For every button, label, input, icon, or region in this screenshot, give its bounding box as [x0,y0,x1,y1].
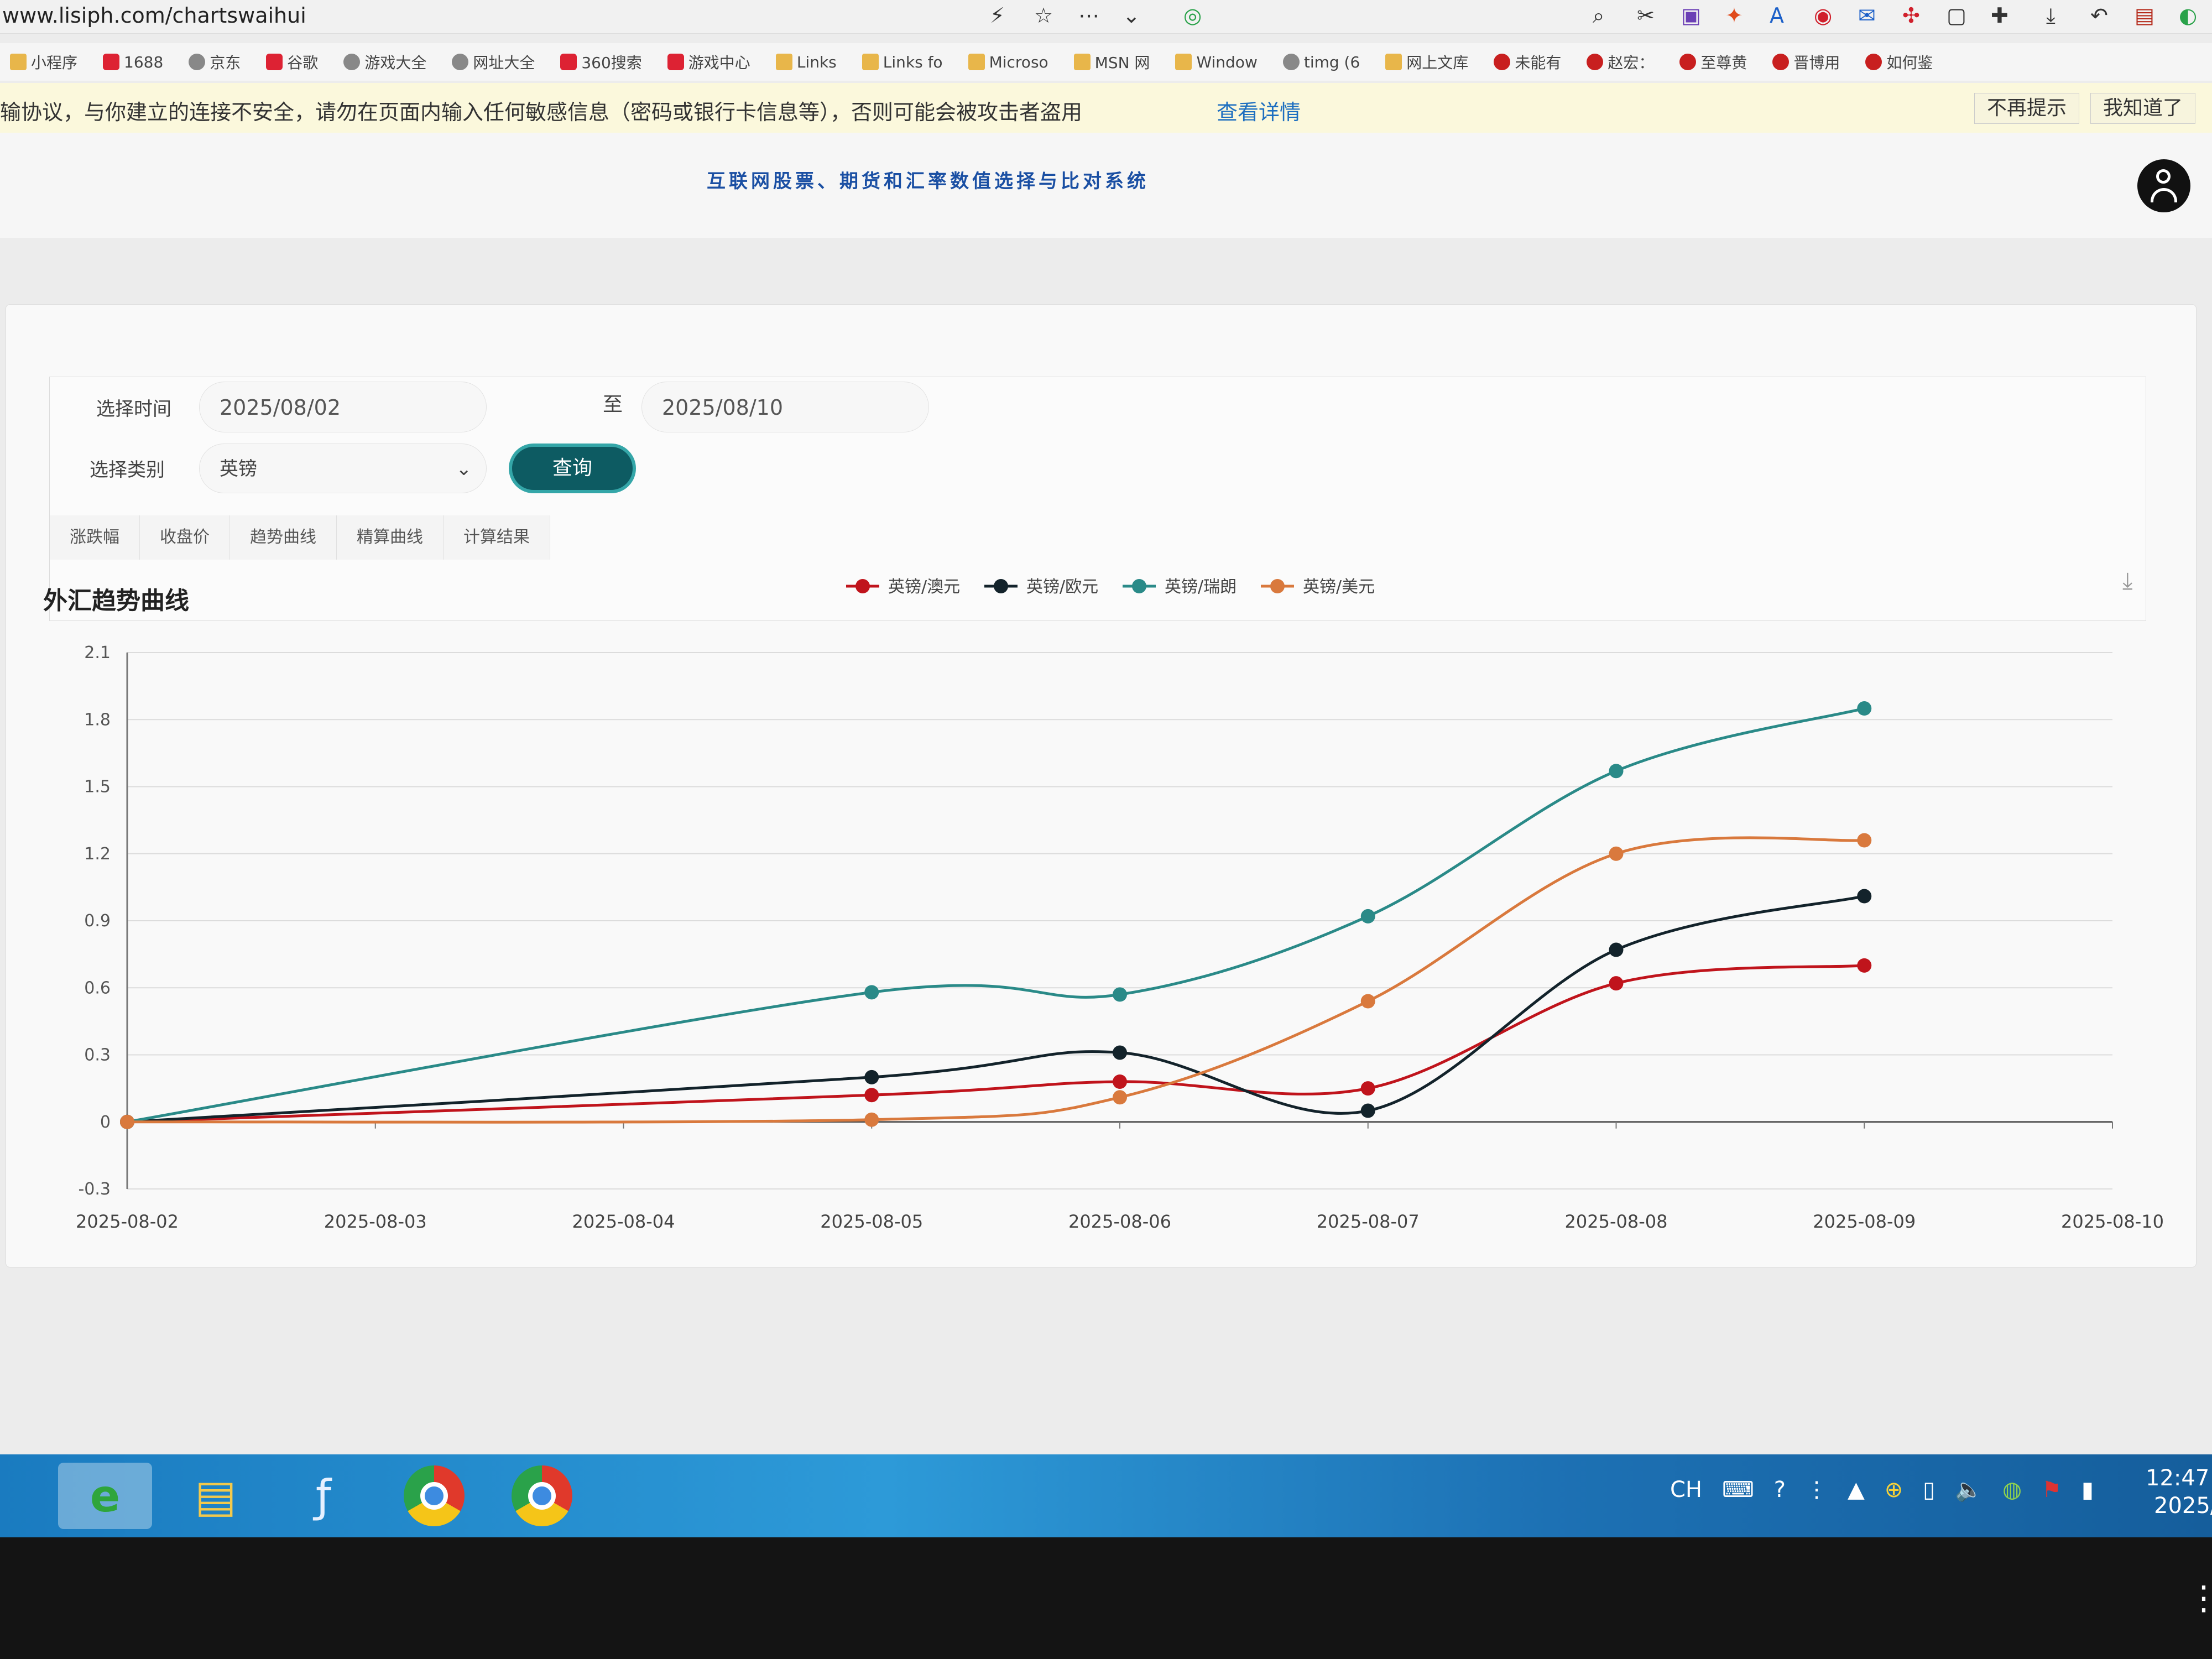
data-point [1609,942,1624,957]
file-explorer-icon[interactable]: ▤ [169,1463,263,1529]
clock-date[interactable]: 2025/ [2154,1493,2212,1519]
data-point [1360,1103,1375,1118]
legend-marker [855,579,870,593]
data-point [1113,1074,1127,1089]
data-point [1609,846,1624,861]
x-tick-label: 2025-08-10 [2061,1211,2164,1232]
battery-icon[interactable]: ▯ [1923,1477,1935,1503]
data-point [1609,764,1624,779]
data-point [1113,987,1127,1002]
data-point [1360,994,1375,1009]
trend-chart: -0.3 0 0.3 0.6 0.9 1.2 1.5 1.8 2.1 2025-08-02 2025… [76,577,2164,1232]
chrome-icon[interactable] [495,1463,589,1529]
taskbar: e ▤ ƒ CH ⌨ ? ⋮ ▲ ⊕ ▯ 🔈 ◍ ⚑ ▮ 12:47 2025/ [0,1454,2212,1537]
x-tick-label: 2025-08-05 [820,1211,923,1232]
x-tick-label: 2025-08-08 [1565,1211,1668,1232]
data-point [1360,1081,1375,1096]
help-icon[interactable]: ? [1774,1477,1786,1503]
x-tick-label: 2025-08-09 [1813,1211,1916,1232]
legend-marker [1132,579,1146,593]
y-tick-label: 0.9 [84,911,111,931]
data-point [1609,976,1624,991]
y-tick-label: 0 [100,1113,111,1132]
screen-bezel [0,1537,2212,1659]
data-point [1857,889,1872,904]
x-tick-label: 2025-08-07 [1317,1211,1420,1232]
volume-icon[interactable]: 🔈 [1955,1477,1983,1503]
legend-label: 英镑/澳元 [888,577,960,597]
legend-label: 英镑/欧元 [1026,577,1098,597]
data-point [120,1114,134,1129]
legend-label: 英镑/瑞朗 [1165,577,1237,597]
flag-icon[interactable]: ⚑ [2042,1477,2062,1503]
legend-marker [994,579,1008,593]
system-tray: CH ⌨ ? ⋮ ▲ ⊕ ▯ 🔈 ◍ ⚑ ▮ [1670,1477,2094,1503]
data-point [864,1088,879,1103]
security-icon[interactable]: ◍ [2002,1477,2022,1503]
series-line [127,964,1865,1124]
data-point [864,1112,879,1127]
legend-label: 英镑/美元 [1303,577,1375,597]
y-tick-label: 1.2 [84,844,111,864]
y-tick-label: 1.8 [84,710,111,729]
clock-time[interactable]: 12:47 [2146,1465,2209,1491]
x-tick-label: 2025-08-03 [324,1211,427,1232]
data-point [1857,701,1872,716]
flash-icon[interactable]: ƒ [276,1463,371,1529]
ime-indicator[interactable]: CH [1670,1477,1702,1503]
more-options-icon[interactable]: ⋮ [2187,1579,2212,1618]
signal-icon[interactable]: ▮ [2081,1477,2094,1503]
data-point [1113,1090,1127,1105]
data-point [1113,1045,1127,1060]
add-icon[interactable]: ⊕ [1885,1477,1903,1503]
chevron-up-icon[interactable]: ▲ [1848,1477,1865,1503]
data-point [864,1070,879,1084]
keyboard-icon[interactable]: ⌨ [1722,1477,1754,1503]
series-line [127,836,1865,1124]
data-point [864,985,879,1000]
y-tick-label: -0.3 [78,1180,111,1199]
y-tick-label: 0.6 [84,978,111,998]
ie-browser-icon[interactable]: e [58,1463,152,1529]
data-point [1857,833,1872,848]
y-tick-label: 0.3 [84,1046,111,1065]
x-tick-label: 2025-08-06 [1068,1211,1171,1232]
data-point [1857,958,1872,973]
data-point [1360,909,1375,924]
y-tick-label: 2.1 [84,643,111,662]
network-icon[interactable]: ⋮ [1806,1477,1828,1503]
legend-marker [1270,579,1285,593]
x-tick-label: 2025-08-02 [76,1211,179,1232]
x-tick-label: 2025-08-04 [572,1211,675,1232]
chrome-icon[interactable] [387,1463,481,1529]
y-tick-label: 1.5 [84,778,111,797]
series-line [127,707,1865,1124]
